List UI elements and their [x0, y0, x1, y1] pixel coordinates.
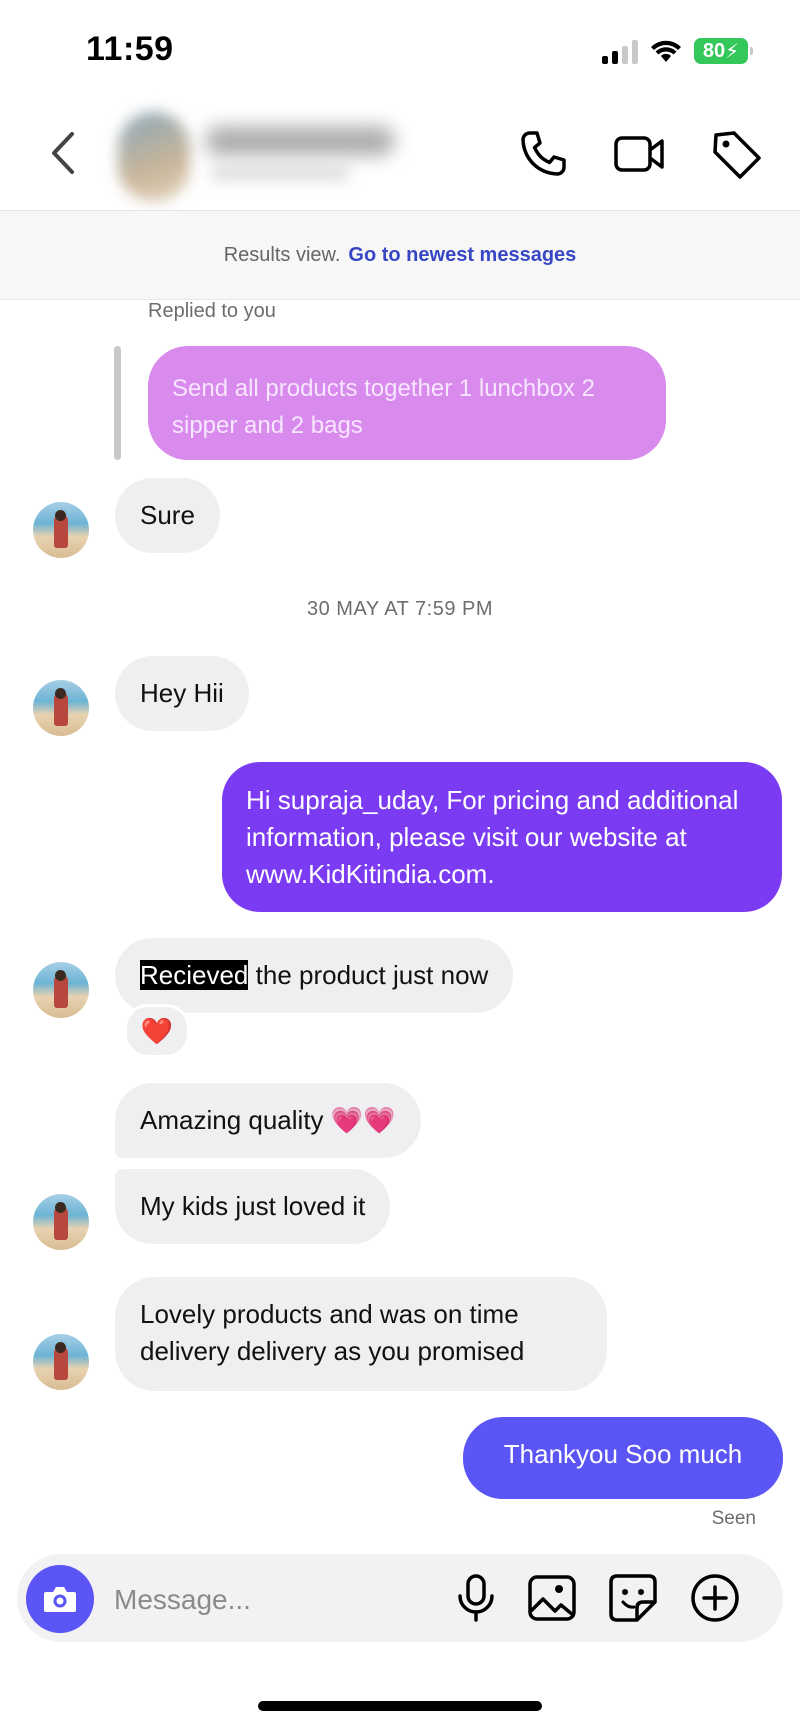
avatar[interactable] [33, 680, 89, 736]
message-input[interactable] [112, 1572, 416, 1628]
battery-level: 80 [702, 39, 726, 62]
video-icon[interactable] [612, 127, 666, 181]
incoming-message-bubble[interactable]: Amazing quality 💗💗 [115, 1083, 421, 1158]
avatar[interactable] [33, 962, 89, 1018]
home-indicator[interactable] [258, 1701, 542, 1711]
tag-icon[interactable] [710, 127, 764, 181]
contact-avatar[interactable] [118, 112, 190, 202]
incoming-message-bubble[interactable]: Lovely products and was on time delivery… [115, 1277, 607, 1391]
status-icons: 80 ⚡ [602, 38, 753, 64]
replied-label: Replied to you [148, 300, 276, 322]
date-separator: 30 MAY AT 7:59 PM [307, 598, 493, 620]
outgoing-message-bubble[interactable]: Hi supraja_uday, For pricing and additio… [222, 762, 782, 912]
results-view-label: Results view. [223, 243, 341, 266]
sticker-icon[interactable] [606, 1571, 660, 1625]
battery-icon: 80 ⚡ [694, 38, 753, 64]
heart-reaction[interactable]: ❤️ [124, 1004, 190, 1058]
wifi-icon [651, 40, 681, 62]
outgoing-message-bubble[interactable]: Thankyou Soo much [463, 1417, 783, 1499]
results-view-banner: Results view. Go to newest messages [0, 211, 800, 300]
gallery-icon[interactable] [525, 1571, 579, 1625]
avatar[interactable] [33, 1334, 89, 1390]
camera-button[interactable] [26, 1565, 94, 1633]
contact-subtitle-redacted [210, 165, 350, 181]
seen-receipt: Seen [711, 1508, 756, 1529]
avatar[interactable] [33, 502, 89, 558]
highlighted-search-term: Recieved [140, 960, 249, 990]
contact-name-redacted[interactable] [205, 126, 395, 156]
incoming-message-bubble[interactable]: Hey Hii [115, 656, 249, 731]
chevron-left-icon[interactable] [44, 128, 84, 178]
add-circle-icon[interactable] [688, 1571, 742, 1625]
camera-icon [44, 1587, 76, 1612]
incoming-message-bubble[interactable]: My kids just loved it [115, 1169, 391, 1244]
incoming-message-bubble[interactable]: Sure [115, 478, 220, 553]
reply-indicator-bar [114, 346, 121, 460]
phone-icon[interactable] [516, 127, 570, 181]
go-to-newest-link[interactable]: Go to newest messages [348, 244, 576, 267]
reply-quote-bubble[interactable]: Send all products together 1 lunchbox 2 … [148, 346, 666, 460]
incoming-message-bubble[interactable]: Recieved the product just now [115, 938, 514, 1013]
microphone-icon[interactable] [449, 1571, 503, 1625]
avatar[interactable] [33, 1194, 89, 1250]
message-text: the product just now [248, 960, 489, 990]
cellular-signal-icon [602, 38, 638, 64]
status-time: 11:59 [86, 30, 174, 68]
